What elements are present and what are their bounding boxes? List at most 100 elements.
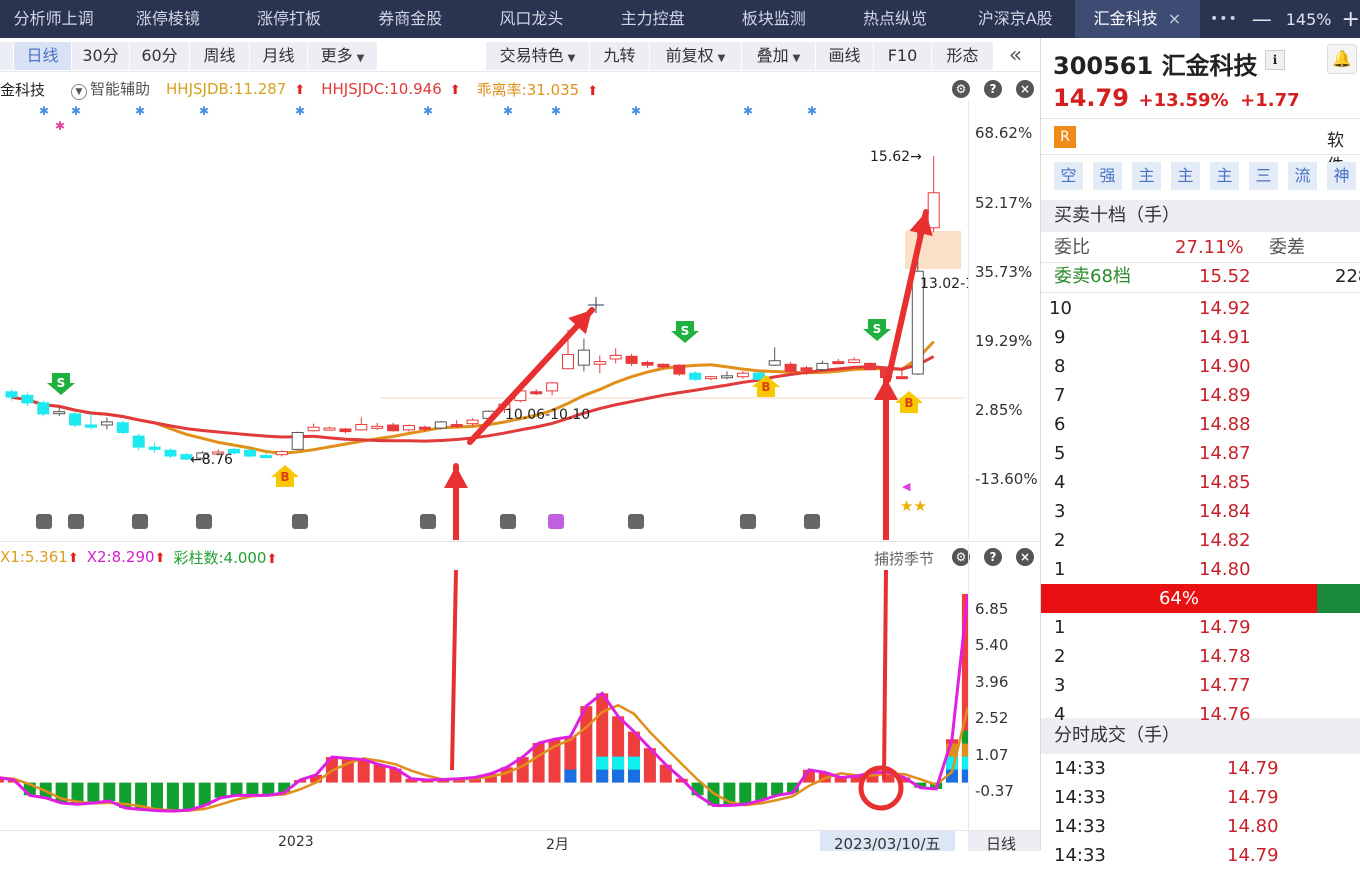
gap2-label: 13.02-13.90 (920, 276, 968, 292)
candle-body (275, 451, 288, 456)
chip-tag[interactable]: 强 (1093, 162, 1122, 190)
chip-tag[interactable]: 神 (1327, 162, 1356, 190)
tab-sector-monitor[interactable]: 板块监测 (713, 0, 834, 38)
candle-body (562, 354, 574, 370)
tab-broker-stocks[interactable]: 券商金股 (350, 0, 471, 38)
more-label: 更多 (320, 46, 353, 65)
ask-row[interactable]: 1 14.80 (1041, 555, 1360, 584)
zoom-in-button[interactable]: + (1342, 7, 1360, 32)
pane-divider[interactable] (0, 541, 1040, 542)
tab-limit-board[interactable]: 涨停打板 (228, 0, 349, 38)
draw-line-button[interactable]: 画线 (816, 42, 874, 70)
indicator-bar (230, 782, 243, 796)
tab-huijin[interactable]: 汇金科技 × (1074, 0, 1200, 38)
candlestick-chart[interactable]: ✱ ✱ ✱ ✱ ✱ ✱ ✱ ✱ ✱ ✱ ✱ ✱ 15.62→ ←8.76 10.06-10.10 13.02-… (0, 100, 968, 540)
bid-row[interactable]: 3 14.77 (1041, 671, 1360, 700)
row-price: 14.91 (1199, 327, 1251, 348)
collapse-button[interactable]: « (994, 42, 1038, 70)
nine-turn-button[interactable]: 九转 (590, 42, 650, 70)
period-60min[interactable]: 60分 (130, 42, 190, 70)
period-30min[interactable]: 30分 (72, 42, 130, 70)
colored-bar-segment (612, 756, 625, 770)
period-more-dropdown[interactable]: 更多 ▼ (308, 42, 378, 70)
row-label: 6 (1054, 414, 1066, 435)
candle-body (148, 446, 161, 450)
buy-signal-icon: B (895, 391, 923, 413)
legend-x1: X1:5.361⬆ (0, 548, 79, 566)
trade-feature-dropdown[interactable]: 交易特色 ▼ (486, 42, 590, 70)
tab-hot-leaders[interactable]: 风口龙头 (471, 0, 592, 38)
candle-body (85, 424, 97, 428)
bid-row[interactable]: 4 14.76 (1041, 700, 1360, 729)
adjust-label: 前复权 (665, 46, 714, 65)
trade-row[interactable]: 14:33 14.79 (1041, 841, 1360, 870)
quote-panel: 300561 汇金科技 i 🔔 14.79 +13.59% +1.77 R 软件… (1040, 38, 1360, 866)
candle-body (593, 361, 606, 365)
tab-limit-prism[interactable]: 涨停棱镜 (107, 0, 228, 38)
svg-text:B: B (761, 380, 770, 394)
trade-row[interactable]: 14:33 14.80 (1041, 812, 1360, 841)
help-icon[interactable]: ? (984, 80, 1002, 98)
bell-icon[interactable]: 🔔 (1327, 44, 1357, 74)
tab-main-control[interactable]: 主力控盘 (592, 0, 713, 38)
sub-indicator-name[interactable]: 捕捞季节 (874, 548, 934, 569)
settings-gear-icon[interactable]: ⚙ (952, 80, 970, 98)
svg-text:S: S (681, 324, 690, 338)
macd-bar-chart[interactable] (0, 570, 968, 830)
tab-analyst-upgrade[interactable]: 分析师上调 (0, 0, 107, 38)
trade-row[interactable]: 14:33 14.79 (1041, 783, 1360, 812)
row-price: 14.88 (1199, 414, 1251, 435)
candle-body (291, 432, 304, 450)
bid-row[interactable]: 1 14.79 (1041, 613, 1360, 642)
row-price: 14.77 (1199, 675, 1251, 696)
toolbar-edge (0, 42, 14, 70)
zoom-out-button[interactable]: — (1252, 7, 1272, 31)
candle-body (403, 424, 415, 431)
candle-body (832, 361, 845, 365)
up-arrow-icon: ⬆ (449, 83, 461, 98)
chip-tag[interactable]: 主 (1171, 162, 1200, 190)
pattern-button[interactable]: 形态 (932, 42, 994, 70)
ask-row[interactable]: 4 14.85 (1041, 468, 1360, 497)
tab-a-shares[interactable]: 沪深京A股 (956, 0, 1075, 38)
chip-tag[interactable]: 流 (1288, 162, 1317, 190)
r-badge[interactable]: R (1054, 126, 1076, 148)
ask-row[interactable]: 9 14.91 (1041, 323, 1360, 352)
legend-hhjsjdb: HHJSJDB:11.287 ⬆ (166, 80, 313, 98)
period-weekly[interactable]: 周线 (190, 42, 250, 70)
indicator-bar (166, 782, 179, 812)
legend-bias: 乖离率:31.035 ⬆ (477, 79, 606, 100)
period-monthly[interactable]: 月线 (250, 42, 308, 70)
close-icon[interactable]: × (1168, 9, 1181, 28)
ask-row[interactable]: 6 14.88 (1041, 410, 1360, 439)
bid-row[interactable]: 2 14.78 (1041, 642, 1360, 671)
svg-text:B: B (904, 396, 913, 410)
ask-row[interactable]: 3 14.84 (1041, 497, 1360, 526)
chip-tag[interactable]: 三 (1249, 162, 1278, 190)
chip-tag[interactable]: 主 (1210, 162, 1239, 190)
ask-row[interactable]: 8 14.90 (1041, 352, 1360, 381)
adjust-dropdown[interactable]: 前复权 ▼ (650, 42, 742, 70)
ask-row[interactable]: 7 14.89 (1041, 381, 1360, 410)
period-daily[interactable]: 日线 (14, 42, 72, 70)
row-price: 14.79 (1227, 787, 1279, 808)
ask-row[interactable]: 10 14.92 (1041, 294, 1360, 323)
assist-toggle[interactable]: ▼ 智能辅助 (71, 78, 158, 100)
candle-body (53, 411, 66, 415)
legend-x2: X2:8.290⬆ (87, 548, 166, 566)
up-arrow-icon: ⬆ (266, 551, 278, 567)
ask-row[interactable]: 2 14.82 (1041, 526, 1360, 555)
info-icon[interactable]: i (1265, 50, 1285, 70)
tab-hotspot[interactable]: 热点纵览 (834, 0, 955, 38)
close-indicator-icon[interactable]: × (1016, 80, 1034, 98)
chip-tag[interactable]: 主 (1132, 162, 1161, 190)
trade-row[interactable]: 14:33 14.79 (1041, 754, 1360, 783)
chip-tag[interactable]: 空 (1054, 162, 1083, 190)
rating-stars-icon: ★★ (900, 497, 927, 515)
ask-row[interactable]: 5 14.87 (1041, 439, 1360, 468)
f10-button[interactable]: F10 (874, 42, 932, 70)
row-label: 1 (1054, 617, 1066, 638)
more-icon[interactable]: ••• (1210, 11, 1238, 27)
overlay-dropdown[interactable]: 叠加 ▼ (742, 42, 816, 70)
period-label[interactable]: 日线 (968, 831, 1040, 853)
